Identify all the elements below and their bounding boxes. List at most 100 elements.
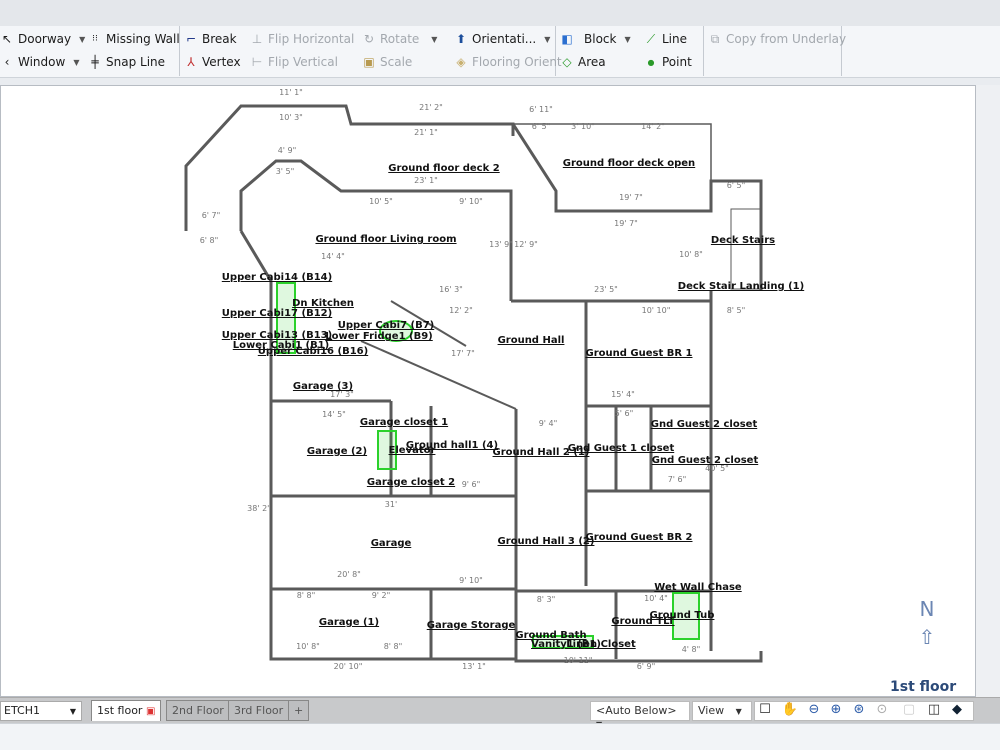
- room-label[interactable]: Ground Hall: [498, 335, 565, 346]
- zoom-in-icon[interactable]: ⊕: [827, 702, 845, 720]
- dimension-label: 14' 2": [641, 122, 665, 131]
- window-button[interactable]: ‹ Window ▼: [0, 52, 80, 72]
- vertex-button[interactable]: ⅄ Vertex: [184, 52, 240, 72]
- dimension-label: 9' 10": [459, 197, 483, 206]
- room-label[interactable]: Ground floor Living room: [315, 234, 456, 245]
- room-label[interactable]: Deck Stairs: [711, 235, 775, 246]
- sketch-select[interactable]: ETCH1 ▼: [0, 701, 82, 721]
- dimension-label: 5' 6": [615, 409, 634, 418]
- room-label[interactable]: Lower Fridge1 (B9): [325, 331, 433, 342]
- room-label[interactable]: Ground hall1 (4): [406, 440, 498, 451]
- dimension-label: 23' 5": [594, 285, 618, 294]
- scale-button[interactable]: ▣ Scale: [362, 52, 412, 72]
- close-icon[interactable]: ▣: [146, 706, 155, 717]
- area-button[interactable]: ◇ Area: [560, 52, 605, 72]
- blank-icon[interactable]: ▢: [900, 702, 918, 720]
- dimension-label: 8' 3": [537, 595, 556, 604]
- room-label[interactable]: Gnd Guest 1 closet: [568, 443, 675, 454]
- room-label[interactable]: Ground Hall 3 (2): [498, 536, 595, 547]
- sketch-canvas[interactable]: Ground floor deck 2 Ground floor deck ope…: [0, 85, 976, 697]
- room-label[interactable]: Wet Wall Chase: [654, 582, 742, 593]
- tab-2nd-floor[interactable]: 2nd Floor: [166, 700, 230, 721]
- floor-plan[interactable]: Ground floor deck 2 Ground floor deck ope…: [1, 86, 977, 698]
- doorway-button[interactable]: ↖ Doorway ▼: [0, 29, 85, 49]
- dimension-label: 6' 5": [532, 122, 551, 131]
- tab-1st-floor[interactable]: 1st floor ▣: [91, 700, 162, 721]
- copy-from-underlay-button[interactable]: ⧉ Copy from Underlay: [708, 29, 846, 49]
- room-label[interactable]: Ground TLT: [611, 616, 674, 627]
- dimension-label: 40' 5": [705, 464, 729, 473]
- group-underlay: ⧉ Copy from Underlay: [704, 26, 846, 76]
- room-label[interactable]: Garage (2): [307, 446, 367, 457]
- missing-wall-button[interactable]: ⁝⁝ Missing Wall: [88, 29, 180, 49]
- room-label[interactable]: Linen Closet: [566, 639, 636, 650]
- tab-3rd-floor[interactable]: 3rd Floor: [228, 700, 290, 721]
- dimension-label: 20' 10": [334, 662, 363, 671]
- dimension-label: 3' 10": [571, 122, 595, 131]
- room-label[interactable]: Ground Guest BR 2: [586, 532, 693, 543]
- auto-below-select[interactable]: <Auto Below> ▼: [590, 701, 690, 729]
- break-icon: ⌐: [185, 32, 197, 46]
- point-icon: ●: [647, 57, 655, 67]
- group-openings: ↖ Doorway ▼ ⁝⁝ Missing Wall ‹ Window ▼ ╪ Snap …: [0, 26, 180, 76]
- vertex-icon: ⅄: [187, 55, 195, 69]
- room-label[interactable]: Upper Cabi17 (B12): [222, 308, 332, 319]
- break-button[interactable]: ⌐ Break: [184, 29, 237, 49]
- line-button[interactable]: ⟋ Line: [644, 29, 687, 49]
- point-button[interactable]: ● Point: [644, 52, 692, 72]
- chevron-down-icon: ▼: [69, 707, 76, 716]
- floor-label: 1st floor: [890, 679, 957, 695]
- dimension-label: 6' 5": [727, 181, 746, 190]
- dimension-label: 10' 5": [369, 197, 393, 206]
- rotate-icon: ↻: [363, 32, 375, 46]
- room-label[interactable]: Gnd Guest 2 closet: [651, 419, 758, 430]
- room-label[interactable]: Garage Storage: [427, 620, 516, 631]
- north-arrow-icon: ⇧: [918, 625, 936, 649]
- dimension-label: 10' 3": [279, 113, 303, 122]
- flip-vertical-button[interactable]: ⊢ Flip Vertical: [250, 52, 338, 72]
- room-label[interactable]: Upper Cabi7 (B7): [338, 320, 434, 331]
- room-label[interactable]: Upper Cabi16 (B16): [258, 346, 368, 357]
- flooring-orient-button[interactable]: ◈ Flooring Orient: [454, 52, 561, 72]
- flip-horizontal-button[interactable]: ⊥ Flip Horizontal: [250, 29, 355, 49]
- snap-line-button[interactable]: ╪ Snap Line: [88, 52, 165, 72]
- room-label[interactable]: Upper Cabi14 (B14): [222, 272, 332, 283]
- room-label[interactable]: Deck Stair Landing (1): [678, 281, 804, 292]
- zoom-fit-icon[interactable]: ⊛: [850, 702, 868, 720]
- room-label[interactable]: Ground floor deck 2: [388, 163, 499, 174]
- rotate-button[interactable]: ↻ Rotate ▼: [362, 29, 437, 49]
- scale-icon: ▣: [363, 55, 375, 69]
- orientation-button[interactable]: ⬆ Orientati... ▼: [454, 29, 550, 49]
- select-rect-icon[interactable]: ☐: [756, 702, 774, 720]
- view-select[interactable]: View ▼: [692, 701, 752, 721]
- block-button[interactable]: ◧ Block ▼: [560, 29, 630, 49]
- dimension-label: 9' 10": [459, 576, 483, 585]
- room-label[interactable]: Ground floor deck open: [563, 158, 695, 169]
- flip-horizontal-icon: ⊥: [251, 32, 263, 46]
- dimension-label: 17' 3": [330, 390, 354, 399]
- dimension-label: 6' 11": [529, 105, 553, 114]
- zoom-window-icon[interactable]: ⊙: [873, 702, 891, 720]
- dimension-label: 3' 5": [276, 167, 295, 176]
- room-label[interactable]: Ground Guest BR 1: [586, 348, 693, 359]
- 3d-view-icon[interactable]: ◆: [948, 702, 966, 720]
- dimension-label: 8' 5": [727, 306, 746, 315]
- vertical-scrollbar[interactable]: [976, 85, 1000, 697]
- dimension-label: 6' 7": [202, 211, 221, 220]
- dimension-label: 20' 8": [337, 570, 361, 579]
- room-label[interactable]: Garage closet 1: [360, 417, 448, 428]
- room-label[interactable]: Garage: [371, 538, 412, 549]
- add-tab-button[interactable]: +: [288, 700, 310, 721]
- door-icon[interactable]: ◫: [925, 702, 943, 720]
- dimension-label: 13' 9": [489, 240, 513, 249]
- snap-line-icon: ╪: [91, 55, 99, 69]
- dimension-label: 13' 1": [462, 662, 486, 671]
- area-icon: ◇: [562, 55, 572, 69]
- dimension-label: 23' 1": [414, 176, 438, 185]
- dimension-label: 15' 4": [611, 390, 635, 399]
- room-label[interactable]: Garage closet 2: [367, 477, 455, 488]
- room-label[interactable]: Garage (1): [319, 617, 379, 628]
- pan-hand-icon[interactable]: ✋: [781, 702, 799, 720]
- dimension-label: 8' 8": [297, 591, 316, 600]
- zoom-out-icon[interactable]: ⊖: [805, 702, 823, 720]
